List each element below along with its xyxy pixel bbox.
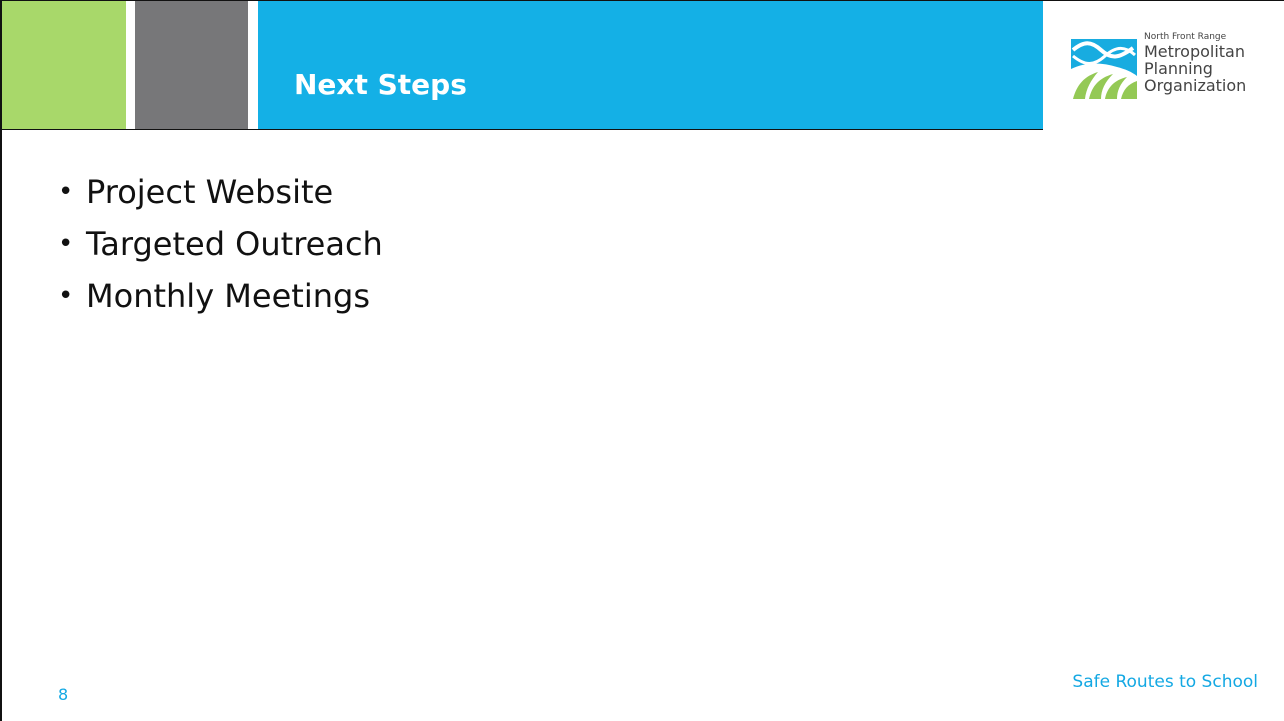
bullet-icon: • xyxy=(58,281,74,311)
slide-title: Next Steps xyxy=(294,68,467,101)
organization-logo: North Front Range Metropolitan Planning … xyxy=(1067,31,1277,111)
gray-header-block xyxy=(135,1,248,129)
bullet-text: Project Website xyxy=(86,173,334,211)
logo-line-organization: Organization xyxy=(1144,76,1247,95)
page-number: 8 xyxy=(58,685,69,704)
list-item: • Monthly Meetings xyxy=(58,270,383,322)
bullet-text: Monthly Meetings xyxy=(86,277,370,315)
logo-text: North Front Range Metropolitan Planning … xyxy=(1144,31,1276,94)
list-item: • Targeted Outreach xyxy=(58,218,383,270)
bullet-icon: • xyxy=(58,177,74,207)
blue-title-bar xyxy=(258,1,1043,129)
footer-title: Safe Routes to School xyxy=(1072,672,1258,692)
bullet-text: Targeted Outreach xyxy=(86,225,383,263)
bullet-icon: • xyxy=(58,229,74,259)
list-item: • Project Website xyxy=(58,166,383,218)
presentation-slide: Next Steps North Front Range Metropolita… xyxy=(0,0,1284,721)
header-divider xyxy=(2,129,1043,130)
next-steps-list: • Project Website • Targeted Outreach • … xyxy=(58,166,383,322)
nfrmpo-logo-icon xyxy=(1071,39,1137,99)
green-header-block xyxy=(2,1,126,129)
logo-line-planning: Planning xyxy=(1144,59,1213,78)
logo-line-metropolitan: Metropolitan xyxy=(1144,42,1245,61)
